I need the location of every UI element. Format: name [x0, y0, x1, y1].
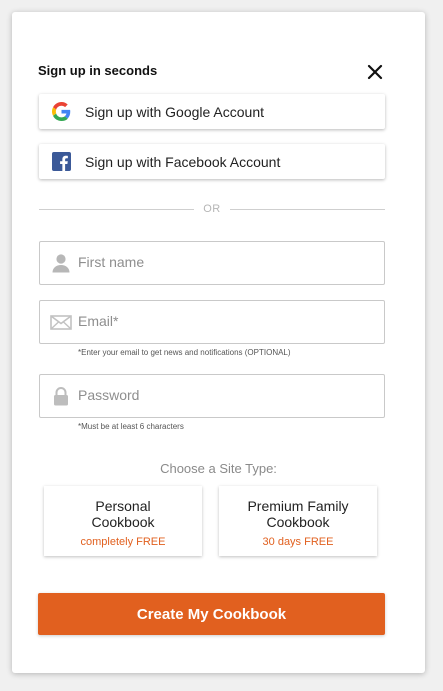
facebook-signup-button[interactable]: Sign up with Facebook Account [39, 144, 385, 179]
google-signup-button[interactable]: Sign up with Google Account [39, 94, 385, 129]
email-hint: *Enter your email to get news and notifi… [78, 348, 291, 357]
first-name-field [39, 241, 385, 285]
email-input[interactable] [78, 301, 374, 341]
site-type-name: Premium Family Cookbook [247, 498, 349, 530]
divider-line-right [230, 209, 385, 210]
modal-title: Sign up in seconds [38, 63, 158, 78]
facebook-signup-label: Sign up with Facebook Account [85, 154, 281, 170]
first-name-input[interactable] [78, 242, 374, 282]
password-input[interactable] [78, 375, 374, 415]
create-cookbook-button[interactable]: Create My Cookbook [38, 593, 385, 635]
or-divider: OR [39, 202, 385, 218]
envelope-icon [50, 315, 72, 330]
password-hint: *Must be at least 6 characters [78, 422, 184, 431]
site-type-price: 30 days FREE [262, 536, 334, 548]
site-type-price: completely FREE [80, 536, 166, 548]
site-type-premium-option[interactable]: Premium Family Cookbook 30 days FREE [219, 486, 377, 556]
lock-icon [54, 387, 68, 406]
password-field [39, 374, 385, 418]
signup-modal: Sign up in seconds Sign up with Google A… [12, 12, 425, 673]
email-field [39, 300, 385, 344]
google-signup-label: Sign up with Google Account [85, 104, 265, 120]
site-type-personal-option[interactable]: Personal Cookbook completely FREE [44, 486, 202, 556]
close-icon[interactable] [366, 63, 384, 81]
site-type-name: Personal Cookbook [91, 498, 155, 530]
user-icon [52, 254, 70, 273]
site-type-label: Choose a Site Type: [160, 461, 277, 476]
facebook-icon [52, 152, 71, 171]
google-icon [52, 102, 71, 121]
